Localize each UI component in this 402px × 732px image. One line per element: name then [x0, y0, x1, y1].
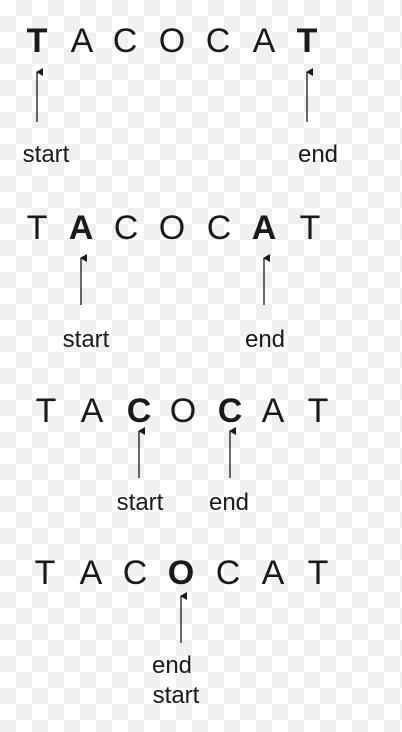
arrow-layer	[36, 68, 313, 643]
